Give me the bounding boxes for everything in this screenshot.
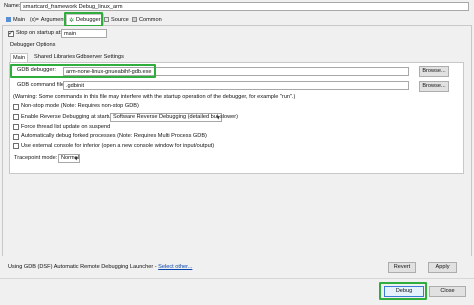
tab-arguments[interactable]: (x)= Arguments (28, 14, 70, 25)
chevron-down-icon: ▼ (74, 157, 78, 162)
force-thread-label: Force thread list update on suspend (21, 124, 111, 130)
subtab-gdbserver-settings[interactable]: Gdbserver Settings (74, 53, 126, 62)
gdb-debugger-label: GDB debugger: (17, 67, 56, 73)
subtab-shared-libraries[interactable]: Shared Libraries (32, 53, 77, 62)
stop-on-startup-label: Stop on startup at: (16, 30, 62, 36)
gdb-debugger-browse-button[interactable]: Browse... (419, 66, 449, 77)
tab-arguments-label: Arguments (40, 16, 68, 23)
main-tab-icon (6, 17, 11, 22)
gdb-command-file-browse-button[interactable]: Browse... (419, 81, 449, 92)
tab-debugger[interactable]: ✲ Debugger (66, 14, 104, 25)
auto-forked-label: Automatically debug forked processes (No… (21, 133, 207, 139)
arguments-tab-icon: (x)= (30, 16, 39, 23)
subtab-shared-libraries-label: Shared Libraries (34, 54, 76, 60)
tracepoint-mode-label: Tracepoint mode: (14, 155, 58, 161)
tab-common-label: Common (139, 16, 162, 23)
tab-source[interactable]: Source (102, 14, 131, 25)
tab-common[interactable]: Common (130, 14, 164, 25)
force-thread-checkbox[interactable] (13, 124, 19, 130)
chevron-down-icon: ▼ (216, 116, 220, 121)
external-console-checkbox[interactable] (13, 143, 19, 149)
close-button[interactable]: Close (429, 286, 466, 297)
gdb-debugger-field[interactable] (63, 67, 409, 76)
launcher-text: Using GDB (DSF) Automatic Remote Debuggi… (8, 264, 159, 270)
revert-button[interactable]: Revert (388, 262, 416, 273)
name-label: Name: (4, 3, 21, 9)
source-tab-icon (104, 17, 109, 22)
tab-main[interactable]: Main (4, 14, 27, 25)
non-stop-label: Non-stop mode (Note: Requires non-stop G… (21, 103, 139, 109)
common-tab-icon (132, 17, 137, 22)
non-stop-checkbox[interactable] (13, 104, 19, 110)
tab-debugger-label: Debugger (76, 17, 101, 23)
subtab-gdbserver-settings-label: Gdbserver Settings (76, 54, 124, 60)
apply-button[interactable]: Apply (428, 262, 457, 273)
subtab-main[interactable]: Main (10, 53, 29, 62)
debug-button[interactable]: Debug (384, 286, 424, 297)
subtab-main-label: Main (13, 55, 26, 61)
tab-main-label: Main (13, 16, 26, 23)
debugger-options-label: Debugger Options (10, 42, 56, 48)
tab-source-label: Source (111, 16, 129, 23)
select-other-link[interactable]: Select other... (158, 264, 192, 270)
external-console-label: Use external console for inferior (open … (21, 143, 215, 149)
tracepoint-mode-select[interactable]: Normal ▼ (58, 154, 80, 163)
stop-on-startup-field[interactable] (61, 29, 107, 38)
stop-on-startup-checkbox[interactable] (8, 29, 14, 37)
warning-text: (Warning: Some commands in this file may… (13, 94, 296, 100)
footer-divider (0, 278, 474, 279)
gdb-command-file-label: GDB command file: (17, 82, 66, 88)
reverse-debugging-select[interactable]: Software Reverse Debugging (detailed but… (110, 113, 238, 122)
gdb-command-file-field[interactable] (63, 81, 409, 90)
bug-icon: ✲ (69, 16, 75, 24)
name-field[interactable] (20, 2, 469, 11)
auto-forked-checkbox[interactable] (13, 134, 19, 140)
launcher-line: Using GDB (DSF) Automatic Remote Debuggi… (8, 264, 192, 271)
reverse-debugging-checkbox[interactable] (13, 114, 19, 120)
